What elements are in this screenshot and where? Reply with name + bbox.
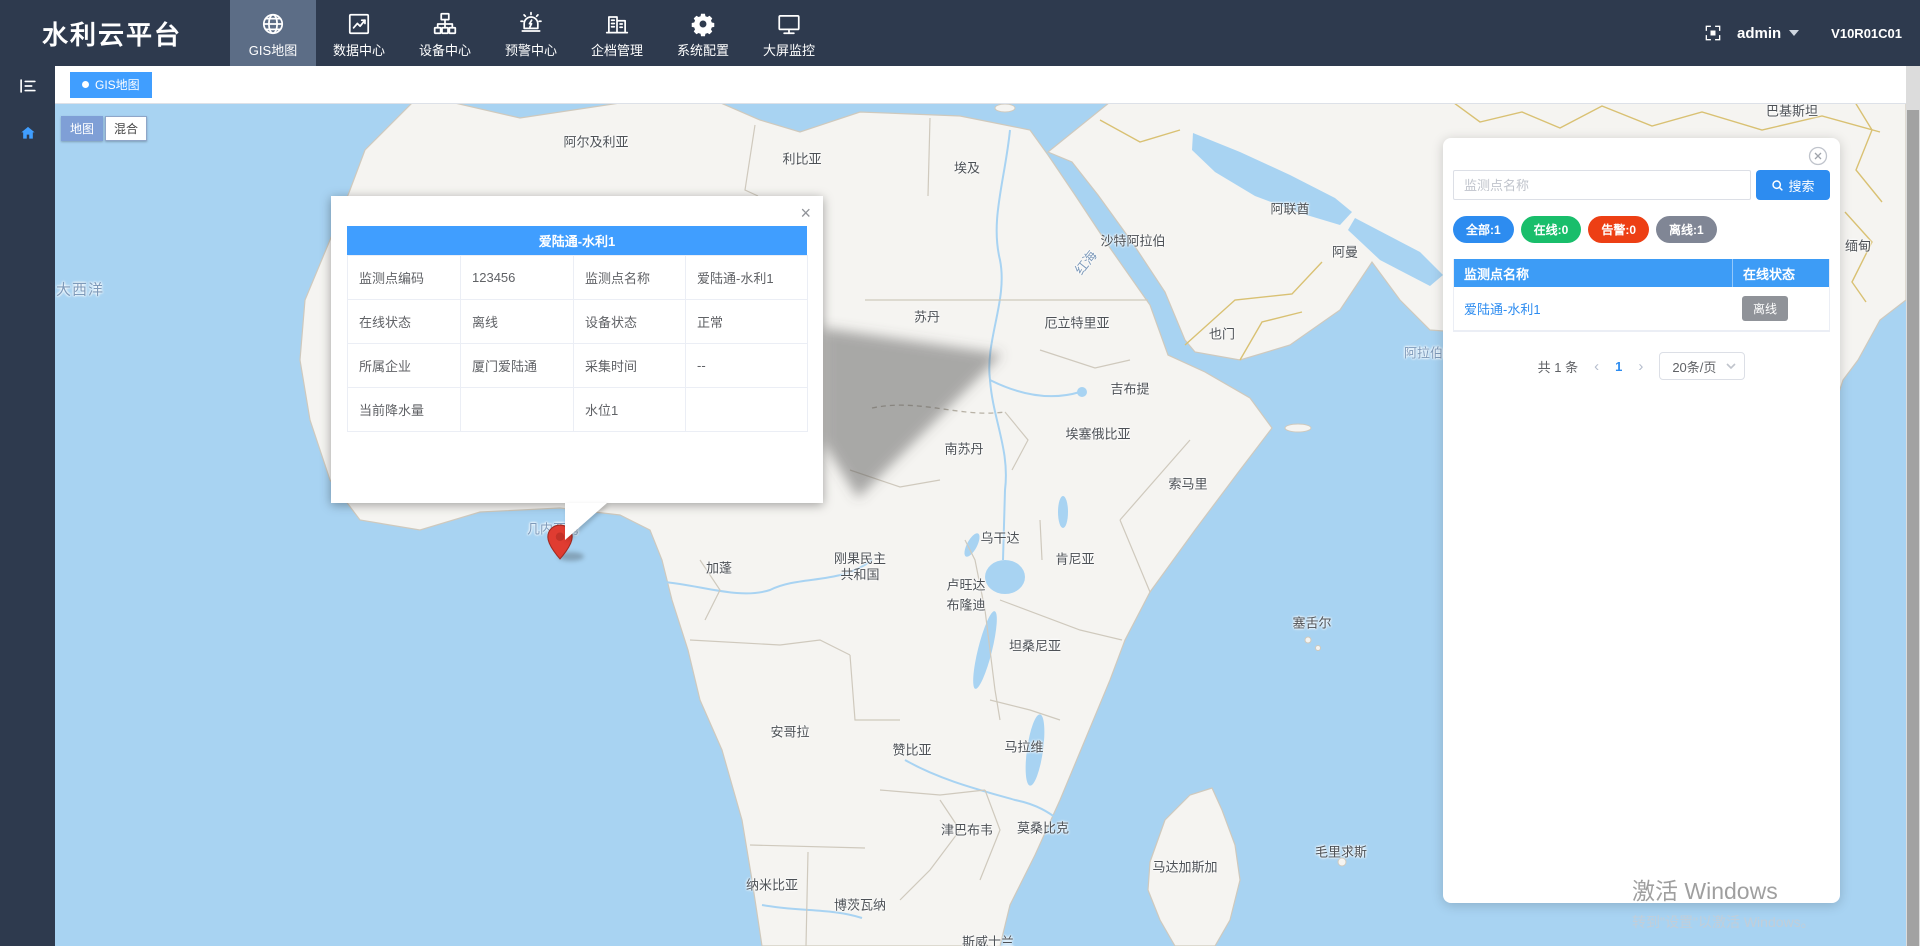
search-input[interactable] xyxy=(1453,170,1751,200)
popup-title: 爱陆通-水利1 xyxy=(347,226,807,255)
cell-value: 123456 xyxy=(461,256,574,300)
popup-tail xyxy=(565,503,607,540)
version-text: V10R01C01 xyxy=(1831,26,1902,41)
fullscreen-icon[interactable] xyxy=(1703,23,1723,43)
chart-icon xyxy=(346,11,372,37)
cell-label: 在线状态 xyxy=(348,300,461,344)
globe-icon xyxy=(260,11,286,37)
top-header: 水利云平台 GIS地图 数据中心 设备中心 预警中心 企档管理 xyxy=(0,0,1920,66)
page-size-value: 20条/页 xyxy=(1672,357,1716,376)
filter-badge-alarm[interactable]: 告警:0 xyxy=(1588,216,1649,243)
collapse-menu-icon[interactable] xyxy=(0,66,55,106)
scrollbar-thumb[interactable] xyxy=(1907,110,1919,946)
total-count: 共 1 条 xyxy=(1538,357,1578,376)
cell-label: 采集时间 xyxy=(574,344,686,388)
nav-label: 大屏监控 xyxy=(763,40,815,59)
status-filter-badges: 全部:1 在线:0 告警:0 离线:1 xyxy=(1453,216,1830,243)
cell-label: 监测点名称 xyxy=(574,256,686,300)
table-row: 监测点编码123456 监测点名称爱陆通-水利1 xyxy=(348,256,808,300)
prev-page-icon[interactable]: ‹ xyxy=(1592,358,1601,375)
cell-label: 设备状态 xyxy=(574,300,686,344)
nav-item-data-center[interactable]: 数据中心 xyxy=(316,0,402,66)
monitoring-point-popup: × 爱陆通-水利1 监测点编码123456 监测点名称爱陆通-水利1 在线状态离… xyxy=(331,196,823,503)
nav-label: 企档管理 xyxy=(591,40,643,59)
map-type-toggle: 地图 混合 xyxy=(61,116,147,141)
cell-label: 监测点编码 xyxy=(348,256,461,300)
table-row: 在线状态离线 设备状态正常 xyxy=(348,300,808,344)
popup-close-icon[interactable]: × xyxy=(800,204,811,222)
search-icon xyxy=(1771,179,1784,192)
sitemap-icon xyxy=(432,11,458,37)
nav-item-system-config[interactable]: 系统配置 xyxy=(660,0,746,66)
gis-map-canvas[interactable]: 大西洋阿尔及利亚利比亚埃及沙特阿拉伯阿联酋阿曼红海苏丹厄立特里亚也门吉布提埃塞俄… xyxy=(55,104,1906,946)
user-menu[interactable]: admin xyxy=(1737,25,1781,42)
nav-label: 预警中心 xyxy=(505,40,557,59)
nav-item-alert-center[interactable]: 预警中心 xyxy=(488,0,574,66)
map-type-button-hybrid[interactable]: 混合 xyxy=(105,116,147,141)
table-row: 所属企业厦门爱陆通 采集时间-- xyxy=(348,344,808,388)
page-number[interactable]: 1 xyxy=(1615,359,1622,374)
monitoring-point-link[interactable]: 爱陆通-水利1 xyxy=(1454,299,1732,318)
gear-icon xyxy=(690,11,716,37)
table-row: 当前降水量 水位1 xyxy=(348,388,808,432)
table-header: 监测点名称 在线状态 xyxy=(1454,259,1829,287)
filter-badge-offline[interactable]: 离线:1 xyxy=(1656,216,1717,243)
column-header-name: 监测点名称 xyxy=(1454,264,1732,283)
alarm-icon xyxy=(518,11,544,37)
cell-value: 正常 xyxy=(686,300,808,344)
nav-item-gis-map[interactable]: GIS地图 xyxy=(230,0,316,66)
page-size-select[interactable]: 20条/页 xyxy=(1659,352,1745,380)
filter-badge-online[interactable]: 在线:0 xyxy=(1521,216,1582,243)
tab-bar: GIS地图 xyxy=(55,66,1906,104)
header-right: admin V10R01C01 xyxy=(1703,23,1920,43)
building-icon xyxy=(604,11,630,37)
nav-label: GIS地图 xyxy=(249,40,297,59)
chevron-down-icon[interactable] xyxy=(1789,30,1799,36)
table-row: 爱陆通-水利1 离线 xyxy=(1454,287,1829,331)
status-badge[interactable]: 离线 xyxy=(1742,296,1788,321)
app-root: 水利云平台 GIS地图 数据中心 设备中心 预警中心 企档管理 xyxy=(0,0,1920,946)
panel-close-icon[interactable] xyxy=(1808,146,1828,166)
next-page-icon[interactable]: › xyxy=(1636,358,1645,375)
pagination: 共 1 条 ‹ 1 › 20条/页 xyxy=(1453,352,1830,380)
search-button[interactable]: 搜索 xyxy=(1756,170,1830,200)
chevron-down-icon xyxy=(1726,363,1736,369)
cell-value xyxy=(686,388,808,432)
main-nav: GIS地图 数据中心 设备中心 预警中心 企档管理 系统配置 xyxy=(230,0,832,66)
cell-value: -- xyxy=(686,344,808,388)
search-row: 搜索 xyxy=(1453,170,1830,200)
nav-item-archive-management[interactable]: 企档管理 xyxy=(574,0,660,66)
filter-badge-all[interactable]: 全部:1 xyxy=(1453,216,1514,243)
cell-value: 离线 xyxy=(461,300,574,344)
tab-gis-map[interactable]: GIS地图 xyxy=(70,72,152,98)
popup-detail-table: 监测点编码123456 监测点名称爱陆通-水利1 在线状态离线 设备状态正常 所… xyxy=(347,255,808,432)
nav-item-device-center[interactable]: 设备中心 xyxy=(402,0,488,66)
column-header-status: 在线状态 xyxy=(1732,259,1829,287)
cell-value xyxy=(461,388,574,432)
status-cell: 离线 xyxy=(1732,296,1829,321)
nav-label: 设备中心 xyxy=(419,40,471,59)
cell-label: 所属企业 xyxy=(348,344,461,388)
cell-label: 当前降水量 xyxy=(348,388,461,432)
home-icon[interactable] xyxy=(0,114,55,154)
left-sidebar xyxy=(0,66,55,946)
app-title: 水利云平台 xyxy=(0,15,230,52)
monitor-icon xyxy=(776,11,802,37)
tab-label: GIS地图 xyxy=(95,76,140,93)
search-button-label: 搜索 xyxy=(1788,176,1814,195)
nav-label: 数据中心 xyxy=(333,40,385,59)
nav-item-big-screen[interactable]: 大屏监控 xyxy=(746,0,832,66)
monitoring-search-panel: 搜索 全部:1 在线:0 告警:0 离线:1 监测点名称 在线状态 爱陆通-水利… xyxy=(1443,138,1840,903)
nav-label: 系统配置 xyxy=(677,40,729,59)
vertical-scrollbar[interactable] xyxy=(1906,66,1920,946)
cell-value: 厦门爱陆通 xyxy=(461,344,574,388)
map-type-button-map[interactable]: 地图 xyxy=(61,116,103,141)
cell-value: 爱陆通-水利1 xyxy=(686,256,808,300)
cell-label: 水位1 xyxy=(574,388,686,432)
monitoring-point-table: 监测点名称 在线状态 爱陆通-水利1 离线 xyxy=(1453,259,1830,332)
tab-dot-icon xyxy=(82,81,89,88)
